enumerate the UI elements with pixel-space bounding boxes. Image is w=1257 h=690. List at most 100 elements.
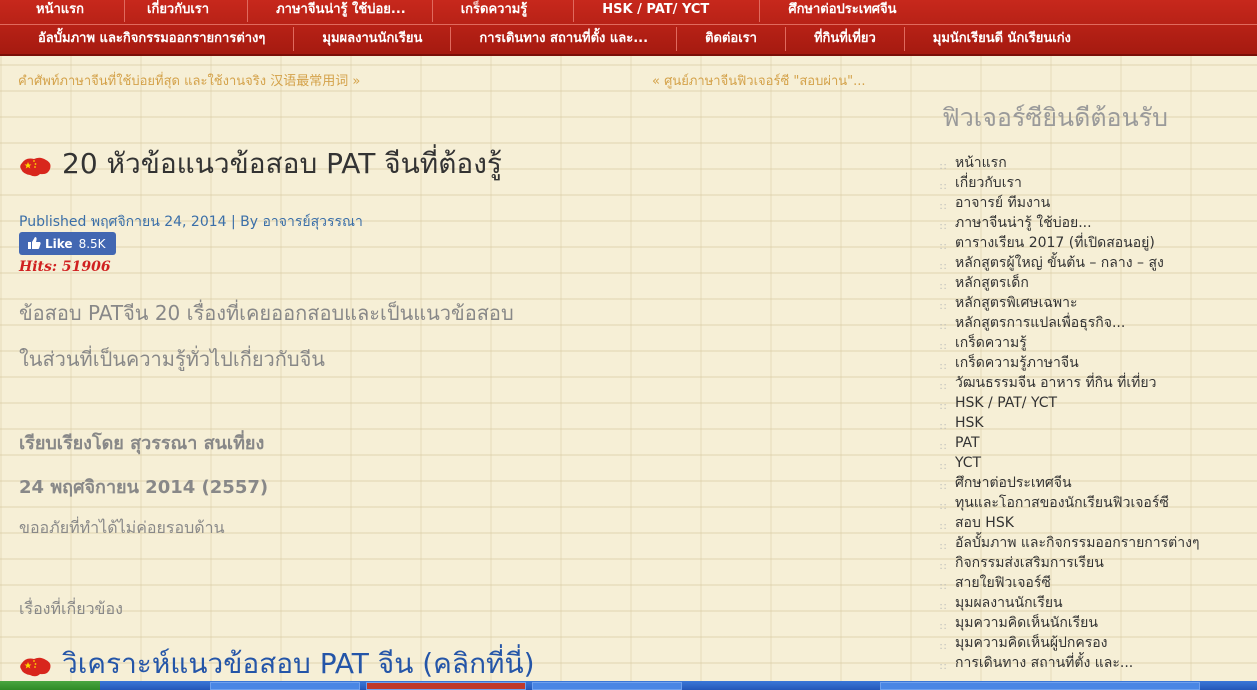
sidebar-menu-item[interactable]: ∷ อาจารย์ ทีมงาน — [940, 193, 1199, 213]
bullet-icon: ∷ — [940, 562, 947, 573]
taskbar-item[interactable] — [210, 682, 360, 690]
nav-item-student-works[interactable]: มุมผลงานนักเรียน — [294, 27, 452, 51]
sidebar-menu-item[interactable]: ∷ HSK — [940, 413, 1199, 433]
sidebar-menu-item[interactable]: ∷ YCT — [940, 453, 1199, 473]
nav-item-hsk-pat-yct[interactable]: HSK / PAT/ YCT — [574, 0, 761, 22]
bullet-icon: ∷ — [940, 382, 947, 393]
sidebar-menu-item-label[interactable]: มุมความคิดเห็นผู้ปกครอง — [955, 635, 1108, 651]
sidebar-menu-item-label[interactable]: สอบ HSK — [955, 515, 1014, 531]
sidebar-menu-item-label[interactable]: เกร็ดความรู้ภาษาจีน — [955, 355, 1079, 371]
sidebar-menu-item-label[interactable]: หลักสูตรเด็ก — [955, 275, 1029, 291]
nav-item-home[interactable]: หน้าแรก — [0, 0, 125, 22]
sidebar-menu-item-label[interactable]: ทุนและโอกาสของนักเรียนฟิวเจอร์ซี — [955, 495, 1169, 511]
sidebar-menu-item-label[interactable]: HSK — [955, 415, 984, 431]
sidebar-menu-item-label[interactable]: เกี่ยวกับเรา — [955, 175, 1022, 191]
bullet-icon: ∷ — [940, 502, 947, 513]
author-line: เรียบเรียงโดย สุวรรณา สนเที่ยง — [19, 433, 265, 454]
date-line: 24 พฤศจิกายน 2014 (2557) — [19, 477, 269, 498]
sidebar-menu-item-label[interactable]: ศึกษาต่อประเทศจีน — [955, 475, 1072, 491]
sidebar-menu-item[interactable]: ∷ HSK / PAT/ YCT — [940, 393, 1199, 413]
previous-post-text[interactable]: คำศัพท์ภาษาจีนที่ใช้บ่อยที่สุด และใช้งาน… — [18, 74, 360, 89]
related-heading: เรื่องที่เกี่ยวข้อง — [19, 599, 123, 618]
sidebar-menu-item-label[interactable]: อาจารย์ ทีมงาน — [955, 195, 1050, 211]
like-label: Like — [45, 236, 73, 251]
bullet-icon: ∷ — [940, 402, 947, 413]
sidebar-menu-item[interactable]: ∷ หลักสูตรผู้ใหญ่ ขั้นต้น – กลาง – สูง — [940, 253, 1199, 273]
sidebar-menu-item-label[interactable]: อัลบั้มภาพ และกิจกรรมออกรายการต่างๆ — [955, 535, 1199, 551]
sidebar-menu-item-label[interactable]: ภาษาจีนน่ารู้ ใช้บ่อย... — [955, 215, 1092, 231]
sidebar-menu-item[interactable]: ∷ หลักสูตรเด็ก — [940, 273, 1199, 293]
nav-item-album[interactable]: อัลบั้มภาพ และกิจกรรมออกรายการต่างๆ — [0, 27, 295, 51]
sidebar-menu-item-label[interactable]: HSK / PAT/ YCT — [955, 395, 1057, 411]
sidebar-menu: ∷ หน้าแรก ∷ เกี่ยวกับเรา ∷ อาจารย์ ทีมงาน ∷ ภาษ… — [940, 153, 1199, 673]
sidebar-menu-item-label[interactable]: YCT — [955, 455, 981, 471]
sidebar-menu-item-label[interactable]: PAT — [955, 435, 980, 451]
sidebar-menu-item[interactable]: ∷ กิจกรรมส่งเสริมการเรียน — [940, 553, 1199, 573]
top-navigation: หน้าแรก เกี่ยวกับเรา ภาษาจีนน่ารู้ ใช้บ่… — [0, 0, 1257, 56]
nav-item-about[interactable]: เกี่ยวกับเรา — [125, 0, 249, 22]
sidebar-menu-item[interactable]: ∷ สอบ HSK — [940, 513, 1199, 533]
nav-item-directions[interactable]: การเดินทาง สถานที่ตั้ง และ... — [451, 27, 678, 51]
start-button[interactable] — [0, 681, 100, 690]
page-title-text: 20 หัวข้อแนวข้อสอบ PAT จีนที่ต้องรู้ — [62, 147, 502, 180]
sidebar-menu-item[interactable]: ∷ ภาษาจีนน่ารู้ ใช้บ่อย... — [940, 213, 1199, 233]
taskbar-item[interactable] — [880, 682, 1200, 690]
sidebar-menu-item[interactable]: ∷ เกร็ดความรู้ภาษาจีน — [940, 353, 1199, 373]
nav-item-study-china[interactable]: ศึกษาต่อประเทศจีน — [760, 0, 914, 22]
bullet-icon: ∷ — [940, 262, 947, 273]
bullet-icon: ∷ — [940, 182, 947, 193]
taskbar-item[interactable] — [366, 682, 526, 690]
nav-item-contact[interactable]: ติดต่อเรา — [677, 27, 786, 51]
nav-item-food-travel[interactable]: ที่กินที่เที่ยว — [786, 27, 905, 51]
next-post-text[interactable]: « ศูนย์ภาษาจีนฟิวเจอร์ซี "สอบผ่าน"... — [652, 74, 866, 89]
sidebar-menu-item[interactable]: ∷ ตารางเรียน 2017 (ที่เปิดสอนอยู่) — [940, 233, 1199, 253]
sidebar-menu-item[interactable]: ∷ หน้าแรก — [940, 153, 1199, 173]
thumbs-up-icon — [27, 236, 41, 252]
sidebar-menu-item-label[interactable]: หลักสูตรผู้ใหญ่ ขั้นต้น – กลาง – สูง — [955, 255, 1164, 271]
sidebar-menu-item[interactable]: ∷ เกี่ยวกับเรา — [940, 173, 1199, 193]
facebook-like-button[interactable]: Like 8.5K — [19, 232, 116, 255]
sidebar-menu-item[interactable]: ∷ ทุนและโอกาสของนักเรียนฟิวเจอร์ซี — [940, 493, 1199, 513]
sidebar-menu-item-label[interactable]: เกร็ดความรู้ — [955, 335, 1027, 351]
sidebar-menu-item-label[interactable]: หลักสูตรการแปลเพื่อธุรกิจ... — [955, 315, 1125, 331]
bullet-icon: ∷ — [940, 422, 947, 433]
nav-item-top-students[interactable]: มุมนักเรียนดี นักเรียนเก่ง — [905, 27, 1085, 51]
sidebar-menu-item[interactable]: ∷ หลักสูตรพิเศษเฉพาะ — [940, 293, 1199, 313]
bullet-icon: ∷ — [940, 282, 947, 293]
nav-item-knowledge[interactable]: เกร็ดความรู้ — [433, 0, 575, 22]
sidebar-menu-item[interactable]: ∷ การเดินทาง สถานที่ตั้ง และ... — [940, 653, 1199, 673]
sidebar-menu-item[interactable]: ∷ มุมความคิดเห็นผู้ปกครอง — [940, 633, 1199, 653]
previous-post-link[interactable]: คำศัพท์ภาษาจีนที่ใช้บ่อยที่สุด และใช้งาน… — [18, 70, 360, 91]
sidebar-menu-item-label[interactable]: กิจกรรมส่งเสริมการเรียน — [955, 555, 1104, 571]
bullet-icon: ∷ — [940, 222, 947, 233]
sidebar-menu-item-label[interactable]: การเดินทาง สถานที่ตั้ง และ... — [955, 655, 1133, 671]
sidebar-menu-item[interactable]: ∷ สายใยฟิวเจอร์ซี — [940, 573, 1199, 593]
hits-counter: Hits: 51906 — [19, 259, 111, 275]
sidebar-menu-item[interactable]: ∷ วัฒนธรรมจีน อาหาร ที่กิน ที่เที่ยว — [940, 373, 1199, 393]
sidebar-menu-item[interactable]: ∷ หลักสูตรการแปลเพื่อธุรกิจ... — [940, 313, 1199, 333]
bullet-icon: ∷ — [940, 362, 947, 373]
sidebar-menu-item[interactable]: ∷ ศึกษาต่อประเทศจีน — [940, 473, 1199, 493]
related-article-text[interactable]: วิเคราะห์แนวข้อสอบ PAT จีน (คลิกที่นี่) — [62, 647, 535, 680]
sidebar-menu-item-label[interactable]: หลักสูตรพิเศษเฉพาะ — [955, 295, 1078, 311]
sidebar-menu-item[interactable]: ∷ มุมผลงานนักเรียน — [940, 593, 1199, 613]
nav-item-chinese-tips[interactable]: ภาษาจีนน่ารู้ ใช้บ่อย... — [248, 0, 433, 22]
taskbar — [0, 681, 1257, 690]
sidebar-menu-item[interactable]: ∷ เกร็ดความรู้ — [940, 333, 1199, 353]
sidebar-menu-item-label[interactable]: สายใยฟิวเจอร์ซี — [955, 575, 1051, 591]
sidebar-menu-item-label[interactable]: มุมผลงานนักเรียน — [955, 595, 1063, 611]
sidebar-menu-item-label[interactable]: หน้าแรก — [955, 155, 1007, 171]
sidebar-menu-item[interactable]: ∷ มุมความคิดเห็นนักเรียน — [940, 613, 1199, 633]
taskbar-item[interactable] — [532, 682, 682, 690]
bullet-icon: ∷ — [940, 242, 947, 253]
next-post-link[interactable]: « ศูนย์ภาษาจีนฟิวเจอร์ซี "สอบผ่าน"... — [652, 70, 866, 91]
bullet-icon: ∷ — [940, 322, 947, 333]
sidebar-menu-item-label[interactable]: วัฒนธรรมจีน อาหาร ที่กิน ที่เที่ยว — [955, 375, 1156, 391]
sidebar-menu-item[interactable]: ∷ PAT — [940, 433, 1199, 453]
bullet-icon: ∷ — [940, 302, 947, 313]
sidebar-menu-item-label[interactable]: ตารางเรียน 2017 (ที่เปิดสอนอยู่) — [955, 235, 1155, 251]
bullet-icon: ∷ — [940, 602, 947, 613]
sidebar-menu-item[interactable]: ∷ อัลบั้มภาพ และกิจกรรมออกรายการต่างๆ — [940, 533, 1199, 553]
sidebar-menu-item-label[interactable]: มุมความคิดเห็นนักเรียน — [955, 615, 1098, 631]
related-article-link[interactable]: วิเคราะห์แนวข้อสอบ PAT จีน (คลิกที่นี่) — [18, 642, 535, 686]
